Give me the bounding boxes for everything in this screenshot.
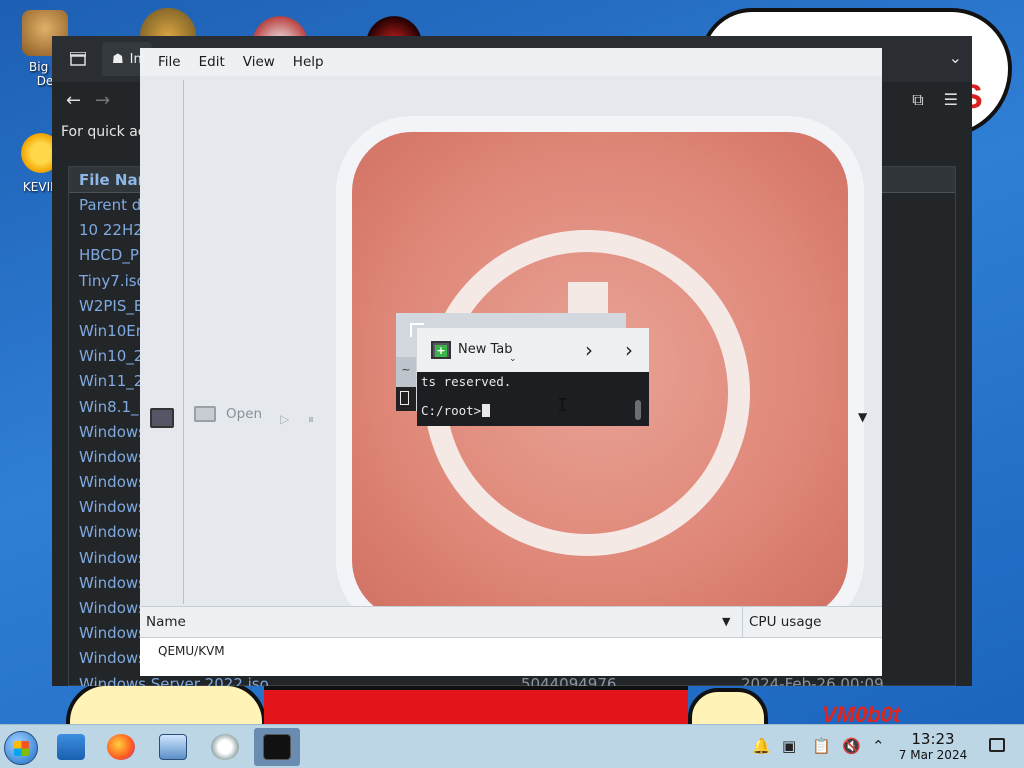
ibeam-cursor-icon: I (557, 395, 568, 416)
terminal-prompt-text: C:/root> (421, 403, 482, 418)
text-cursor (482, 404, 491, 417)
process-table-rows: QEMU/KVM (140, 638, 882, 676)
pause-icon[interactable]: ⏸ (308, 412, 314, 427)
file-name: Windows (79, 422, 146, 441)
start-button[interactable] (4, 731, 38, 765)
box-icon (70, 52, 86, 66)
new-process-icon[interactable] (150, 408, 174, 428)
tab-overview-button[interactable] (60, 44, 96, 74)
tab-dropdown-icon[interactable]: ⌄ (509, 354, 517, 364)
file-name: Windows (79, 447, 146, 466)
taskbar-firefox[interactable] (98, 728, 144, 766)
tab-favicon-icon: ☗ (112, 51, 124, 67)
taskbar-terminal[interactable] (254, 728, 300, 766)
play-icon[interactable]: ▷ (280, 412, 289, 426)
terminal-screen[interactable]: ts reserved. C:/root> (417, 372, 649, 426)
file-name: Windows Server 2022.iso (79, 674, 269, 686)
file-name: Tiny7.iso (79, 271, 146, 290)
firefox-icon (107, 734, 135, 760)
volume-muted-icon[interactable]: 🔇 (842, 737, 861, 755)
dropdown-arrow-icon[interactable]: ▼ (858, 410, 867, 424)
file-name: Windows (79, 473, 146, 492)
clock-time: 13:23 (911, 730, 955, 748)
back-arrow-icon[interactable]: ← (66, 90, 81, 111)
column-header-cpu-usage[interactable]: CPU usage (749, 614, 821, 630)
menu-bar: File Edit View Help (140, 48, 882, 76)
chevron-down-icon[interactable]: ⌄ (949, 48, 962, 67)
chevron-up-icon[interactable]: ⌃ (872, 737, 885, 755)
file-manager-toolbar-right: ⧉ ☰ (912, 90, 958, 110)
forward-arrow-icon[interactable]: → (95, 90, 110, 111)
column-header-name[interactable]: Name (146, 614, 186, 630)
file-name: Windows (79, 624, 146, 643)
monitor-icon (194, 406, 216, 422)
folder-icon (57, 734, 85, 760)
open-button-label: Open (226, 406, 263, 422)
terminal-icon (263, 734, 291, 760)
file-name: 10 22H2 (79, 221, 143, 240)
chevron-right-icon[interactable]: › (585, 338, 593, 362)
terminal-tabbar: + New Tab ⌄ › › (417, 328, 649, 372)
terminal-window: + New Tab ⌄ › › ts reserved. C:/root> (417, 328, 649, 426)
extensions-icon[interactable]: ⧉ (912, 90, 923, 110)
clock-date: 7 Mar 2024 (898, 748, 968, 762)
clipboard-icon[interactable]: 📋 (812, 737, 831, 755)
hamburger-menu-icon[interactable]: ☰ (944, 90, 958, 110)
new-tab-icon[interactable]: + (431, 341, 451, 359)
cursor-block-icon (400, 391, 409, 405)
taskbar-control-panel[interactable] (150, 728, 196, 766)
process-table-header: Name ▼ CPU usage (140, 606, 882, 639)
chevron-right-icon[interactable]: › (625, 338, 633, 362)
file-name: HBCD_P (79, 246, 139, 265)
file-name: W2PIS_E (79, 296, 144, 315)
file-name: Win10En (79, 321, 146, 340)
taskbar-virt-manager[interactable] (202, 728, 248, 766)
file-name: Windows (79, 649, 146, 668)
ghost-terminal-strip (396, 387, 416, 411)
file-name: Parent di (79, 196, 146, 214)
new-tab-button[interactable]: New Tab (458, 342, 513, 357)
file-name: Win8.1_E (79, 397, 149, 416)
vm-icon (211, 734, 239, 760)
menu-edit[interactable]: Edit (190, 50, 234, 74)
notifications-icon[interactable]: 🔔 (752, 737, 771, 755)
taskbar: 🔔 ▣ 📋 🔇 ⌃ 13:23 7 Mar 2024 (0, 724, 1024, 768)
terminal-prompt: C:/root> (421, 403, 491, 418)
column-separator[interactable] (742, 607, 743, 639)
device-icon[interactable]: ▣ (782, 737, 796, 755)
file-date: 2024-Feb-26 00:09 (741, 674, 884, 686)
terminal-scrollbar[interactable] (635, 400, 641, 420)
terminal-line: ts reserved. (421, 374, 512, 389)
table-row[interactable]: QEMU/KVM (158, 644, 225, 658)
menu-view[interactable]: View (234, 50, 284, 74)
file-name: Win10_2 (79, 347, 144, 366)
ghost-tab-label[interactable]: ~ (396, 357, 416, 387)
control-panel-icon (159, 734, 187, 760)
system-clock[interactable]: 13:23 7 Mar 2024 (896, 730, 970, 762)
open-button[interactable]: Open (194, 406, 262, 422)
file-size: 5044094976 (521, 674, 617, 686)
file-name: Windows (79, 523, 146, 542)
divider (183, 80, 184, 604)
sort-down-icon[interactable]: ▼ (722, 615, 730, 628)
menu-help[interactable]: Help (284, 50, 333, 74)
menu-file[interactable]: File (149, 50, 190, 74)
file-name: Windows (79, 498, 146, 517)
taskbar-file-explorer[interactable] (48, 728, 94, 766)
file-name: Windows (79, 573, 146, 592)
show-desktop-button[interactable] (989, 738, 1005, 752)
file-name: Windows (79, 599, 146, 617)
file-name: Windows (79, 548, 146, 567)
